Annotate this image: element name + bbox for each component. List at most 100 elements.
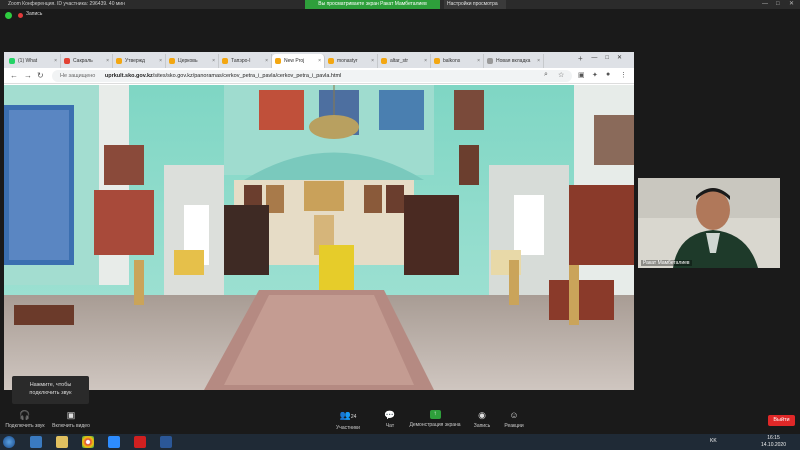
browser-tab[interactable]: (1) What × bbox=[6, 54, 61, 68]
tab-label: monastyr bbox=[337, 58, 358, 64]
browser-tab[interactable]: altar_str × bbox=[378, 54, 431, 68]
tab-favicon-icon bbox=[328, 58, 334, 64]
recording-dot-icon bbox=[18, 13, 23, 18]
share-screen-icon: ↑ bbox=[429, 410, 441, 419]
tab-label: Церковь bbox=[178, 58, 198, 64]
record-icon: ◉ bbox=[478, 410, 486, 420]
tab-label: Новая вкладка bbox=[496, 58, 531, 64]
url-input[interactable]: Не защищено uprkult.sko.gov.kz/sites/sko… bbox=[52, 70, 572, 82]
participants-label: Участники bbox=[336, 425, 360, 431]
browser-tab[interactable]: Церковь × bbox=[166, 54, 219, 68]
minimize-icon[interactable]: — bbox=[762, 0, 768, 9]
tooltip-line-2: подключить звук bbox=[29, 390, 72, 396]
start-icon[interactable] bbox=[3, 436, 15, 448]
recording-label: Запись bbox=[26, 11, 43, 17]
address-bar-row: ← → ↻ Не защищено uprkult.sko.gov.kz/sit… bbox=[4, 68, 634, 84]
tab-close-icon[interactable]: × bbox=[159, 54, 162, 68]
tab-label: Тапэро-I bbox=[231, 58, 251, 64]
tab-label: balkons bbox=[443, 58, 461, 64]
reactions-button[interactable]: ☺ Реакции bbox=[502, 410, 526, 429]
tab-label: New Proj bbox=[284, 58, 305, 64]
join-audio-label: Подключить звук bbox=[5, 423, 45, 429]
explorer-icon[interactable] bbox=[30, 436, 42, 448]
recording-indicator-row: Запись bbox=[0, 9, 800, 22]
security-shield-icon[interactable] bbox=[5, 12, 12, 19]
language-indicator[interactable]: KK bbox=[710, 438, 717, 444]
zoom-icon[interactable] bbox=[108, 436, 120, 448]
participant-video-tile[interactable]: Ракат Мамбеталиев bbox=[638, 178, 780, 268]
tab-favicon-icon bbox=[222, 58, 228, 64]
join-audio-button[interactable]: 🎧 Подключить звук bbox=[2, 410, 48, 429]
zoom-window-title: Zoom Конференция. ID участника: 296439. … bbox=[8, 1, 125, 7]
participants-icon: 👥24 bbox=[339, 410, 357, 420]
url-path: /sites/sko.gov.kz/panoramas/cerkov_petra… bbox=[152, 73, 342, 79]
panorama-image bbox=[4, 85, 634, 390]
browser-tab[interactable]: Новая вкладка × bbox=[484, 54, 544, 68]
back-icon[interactable]: ← bbox=[10, 71, 18, 81]
browser-tab[interactable]: monastyr × bbox=[325, 54, 378, 68]
clock-time: 16:15 bbox=[767, 435, 780, 441]
tab-label: altar_str bbox=[390, 58, 409, 64]
puzzle-icon[interactable]: ✦ bbox=[592, 71, 598, 79]
browser-tab[interactable]: balkons × bbox=[431, 54, 484, 68]
church-panorama-view[interactable]: ⊕ ⊖ ↑ ↓ ← → ✋ ⟳ ⛶ ▭ bbox=[4, 85, 634, 390]
start-video-button[interactable]: ▣ Включить видео bbox=[50, 410, 92, 429]
record-button[interactable]: ◉ Запись bbox=[470, 410, 494, 429]
new-tab-icon[interactable]: + bbox=[578, 54, 583, 63]
browser-tab[interactable]: New Proj × bbox=[272, 54, 325, 68]
participants-button[interactable]: 👥24 Участники bbox=[330, 410, 366, 431]
browser-tab[interactable]: Утвержд × bbox=[113, 54, 166, 68]
not-secure-label: Не защищено bbox=[60, 73, 96, 79]
windows-taskbar: KK 16:15 14.10.2020 bbox=[0, 434, 800, 450]
tab-close-icon[interactable]: × bbox=[537, 54, 540, 68]
browser-tab-strip: (1) What × Сакраль × Утвержд × Церковь × Тапэро-… bbox=[4, 52, 634, 68]
tab-favicon-icon bbox=[275, 58, 281, 64]
tab-close-icon[interactable]: × bbox=[424, 54, 427, 68]
pdf-icon[interactable] bbox=[134, 436, 146, 448]
tab-close-icon[interactable]: × bbox=[54, 54, 57, 68]
system-clock[interactable]: 16:15 14.10.2020 bbox=[761, 435, 786, 449]
tab-favicon-icon bbox=[169, 58, 175, 64]
tab-close-icon[interactable]: × bbox=[212, 54, 215, 68]
clock-date: 14.10.2020 bbox=[760, 442, 786, 448]
reaction-icon: ☺ bbox=[509, 410, 519, 420]
word-icon[interactable] bbox=[160, 436, 172, 448]
participant-video-frame bbox=[638, 178, 780, 268]
close-icon[interactable]: ✕ bbox=[789, 0, 794, 9]
video-off-icon: ▣ bbox=[66, 410, 76, 420]
view-settings-button[interactable]: Настройки просмотра bbox=[444, 0, 506, 9]
screen-share-banner: Вы просматриваете экран Ракат Мамбеталие… bbox=[305, 0, 440, 9]
tab-label: Утвержд bbox=[125, 58, 145, 64]
menu-icon[interactable]: ⋮ bbox=[620, 71, 627, 79]
tab-close-icon[interactable]: × bbox=[371, 54, 374, 68]
maximize-icon[interactable]: □ bbox=[776, 0, 780, 9]
participants-count: 24 bbox=[350, 414, 357, 420]
chrome-icon[interactable] bbox=[82, 436, 94, 448]
shared-browser-window: (1) What × Сакраль × Утвержд × Церковь × Тапэро-… bbox=[4, 52, 634, 390]
headphones-icon: 🎧 bbox=[19, 410, 31, 420]
share-screen-button[interactable]: ↑ Демонстрация экрана bbox=[406, 410, 464, 428]
unmute-tooltip: Нажмите, чтобы подключить звук bbox=[12, 376, 89, 404]
record-label: Запись bbox=[473, 423, 491, 429]
tab-close-icon[interactable]: × bbox=[318, 54, 321, 68]
browser-window-controls[interactable]: —□✕ bbox=[591, 54, 630, 61]
chat-button[interactable]: 💬 Чат bbox=[378, 410, 402, 429]
reload-icon[interactable]: ↻ bbox=[37, 71, 44, 81]
search-icon[interactable]: ⌕ bbox=[544, 71, 548, 79]
browser-tab[interactable]: Тапэро-I × bbox=[219, 54, 272, 68]
chat-icon: 💬 bbox=[384, 410, 396, 420]
folder-icon[interactable] bbox=[56, 436, 68, 448]
browser-tab[interactable]: Сакраль × bbox=[61, 54, 113, 68]
leave-button[interactable]: Выйти bbox=[768, 415, 795, 426]
chat-label: Чат bbox=[385, 423, 395, 429]
tab-close-icon[interactable]: × bbox=[477, 54, 480, 68]
profile-icon[interactable]: ● bbox=[606, 71, 610, 78]
share-screen-label: Демонстрация экрана bbox=[409, 422, 461, 428]
participant-name: Ракат Мамбеталиев bbox=[641, 260, 692, 266]
star-icon[interactable]: ☆ bbox=[558, 71, 564, 79]
extension-icon[interactable]: ▣ bbox=[578, 71, 585, 79]
tab-label: Сакраль bbox=[73, 58, 93, 64]
tab-close-icon[interactable]: × bbox=[265, 54, 268, 68]
tab-close-icon[interactable]: × bbox=[106, 54, 109, 68]
forward-icon[interactable]: → bbox=[24, 71, 32, 81]
